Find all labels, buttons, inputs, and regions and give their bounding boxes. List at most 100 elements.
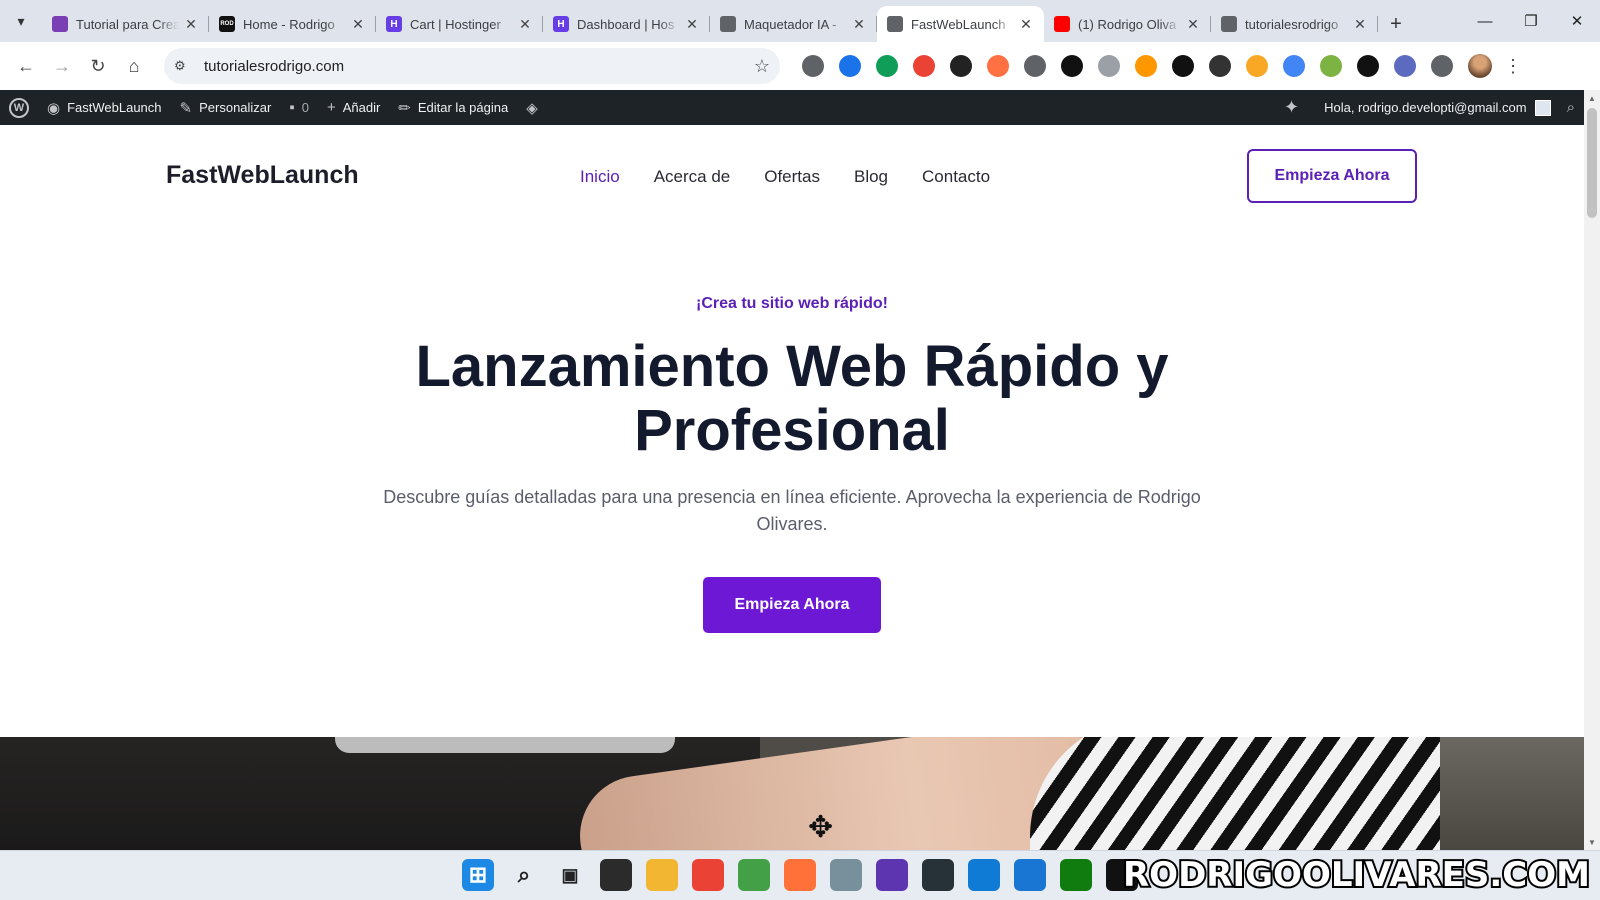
hero-headline: Lanzamiento Web Rápido y Profesional bbox=[415, 334, 1169, 463]
wp-account-menu[interactable]: Hola, rodrigo.developti@gmail.com ⌕ bbox=[1315, 90, 1584, 125]
wp-admin-bar: W ◉ FastWebLaunch ✎ Personalizar ▪ 0 + Añadi… bbox=[0, 90, 1584, 125]
home-button[interactable]: ⌂ bbox=[116, 48, 152, 84]
pencil-icon: ✏ bbox=[398, 99, 411, 117]
wordpress-icon: W bbox=[9, 97, 29, 118]
nav-item[interactable]: Ofertas bbox=[764, 167, 820, 187]
search-icon[interactable]: ⌕ bbox=[508, 859, 540, 891]
tab-close-icon[interactable]: ✕ bbox=[684, 16, 700, 33]
tab-favicon-icon bbox=[887, 16, 903, 32]
extension-icon[interactable] bbox=[912, 55, 935, 77]
scroll-up-arrow[interactable]: ▲ bbox=[1584, 90, 1600, 106]
extension-icon[interactable] bbox=[1097, 55, 1120, 77]
wp-site-name-link[interactable]: ◉ FastWebLaunch bbox=[38, 90, 171, 125]
hero-lead: Descubre guías detalladas para una prese… bbox=[383, 487, 1201, 534]
watermark: RODRIGOOLIVARES.COM bbox=[1121, 853, 1592, 897]
nav-item[interactable]: Contacto bbox=[922, 167, 990, 187]
browser-tab[interactable]: Maquetador IA - ✕ bbox=[710, 6, 877, 42]
browser-tab[interactable]: ROD Home - Rodrigo ✕ bbox=[209, 6, 376, 42]
extension-icon[interactable] bbox=[875, 55, 898, 77]
browser-tab[interactable]: tutorialesrodrigo ✕ bbox=[1211, 6, 1378, 42]
tab-close-icon[interactable]: ✕ bbox=[1352, 16, 1368, 33]
nav-item[interactable]: Inicio bbox=[580, 167, 620, 187]
reload-button[interactable]: ↻ bbox=[80, 48, 116, 84]
task-view-icon[interactable]: ▣ bbox=[554, 859, 586, 891]
tab-list: Tutorial para Crea ✕ ROD Home - Rodrigo ✕ H Ca… bbox=[42, 0, 1378, 42]
wp-customize-link[interactable]: ✎ Personalizar bbox=[171, 90, 281, 125]
address-bar[interactable]: ⚙ tutorialesrodrigo.com ☆ bbox=[164, 48, 780, 84]
wp-add-new-link[interactable]: + Añadir bbox=[318, 90, 389, 125]
extension-icon[interactable] bbox=[949, 55, 972, 77]
extension-icon[interactable] bbox=[801, 55, 824, 77]
wp-ai-button[interactable]: ✦ bbox=[1275, 90, 1315, 125]
extension-icon[interactable] bbox=[1023, 55, 1046, 77]
nav-item[interactable]: Blog bbox=[854, 167, 888, 187]
extension-icon[interactable] bbox=[1319, 55, 1342, 77]
page-scrollbar[interactable]: ▲ ▼ bbox=[1584, 90, 1600, 850]
tab-close-icon[interactable]: ✕ bbox=[1018, 16, 1034, 33]
tab-close-icon[interactable]: ✕ bbox=[350, 16, 366, 33]
xbox-icon[interactable] bbox=[1060, 859, 1092, 891]
scroll-thumb[interactable] bbox=[1587, 108, 1597, 218]
move-cursor-icon: ✥ bbox=[808, 811, 834, 844]
extension-icon[interactable] bbox=[1245, 55, 1268, 77]
headphones-icon[interactable] bbox=[876, 859, 908, 891]
new-tab-button[interactable]: + bbox=[1378, 6, 1414, 42]
browser-tab[interactable]: H Cart | Hostinger ✕ bbox=[376, 6, 543, 42]
browser-menu-button[interactable]: ⋮ bbox=[1504, 56, 1522, 77]
browser-tab[interactable]: H Dashboard | Hos ✕ bbox=[543, 6, 710, 42]
edge-icon[interactable] bbox=[968, 859, 1000, 891]
firefox-icon[interactable] bbox=[784, 859, 816, 891]
site-nav: Inicio Acerca de Ofertas Blog Contacto bbox=[580, 167, 990, 187]
tab-close-icon[interactable]: ✕ bbox=[851, 16, 867, 33]
browser-tab[interactable]: Tutorial para Crea ✕ bbox=[42, 6, 209, 42]
browser-tab[interactable]: FastWebLaunch ✕ bbox=[877, 6, 1044, 42]
extension-icon[interactable] bbox=[1393, 55, 1416, 77]
restore-button[interactable]: ❐ bbox=[1508, 0, 1554, 42]
extension-icon[interactable] bbox=[1134, 55, 1157, 77]
bookmark-star-icon[interactable]: ☆ bbox=[754, 56, 770, 77]
notepad-icon[interactable] bbox=[1014, 859, 1046, 891]
obs-icon[interactable] bbox=[600, 859, 632, 891]
extension-icon[interactable] bbox=[986, 55, 1009, 77]
extension-icon[interactable] bbox=[1430, 55, 1453, 77]
extension-icon[interactable] bbox=[838, 55, 861, 77]
extension-icon[interactable] bbox=[1208, 55, 1231, 77]
tab-close-icon[interactable]: ✕ bbox=[1185, 16, 1201, 33]
search-icon[interactable]: ⌕ bbox=[1567, 99, 1575, 116]
wp-edit-page-link[interactable]: ✏ Editar la página bbox=[389, 90, 517, 125]
tab-close-icon[interactable]: ✕ bbox=[517, 16, 533, 33]
forward-button[interactable]: → bbox=[44, 48, 80, 84]
file-explorer-icon[interactable] bbox=[646, 859, 678, 891]
windows-start-icon[interactable]: ⊞ bbox=[462, 859, 494, 891]
scroll-down-arrow[interactable]: ▼ bbox=[1584, 834, 1600, 850]
chevron-down-icon: ▾ bbox=[17, 12, 25, 29]
browser-tab[interactable]: (1) Rodrigo Oliva ✕ bbox=[1044, 6, 1211, 42]
window-controls: — ❐ ✕ bbox=[1462, 0, 1600, 42]
tab-close-icon[interactable]: ✕ bbox=[183, 16, 199, 33]
profile-avatar[interactable] bbox=[1468, 54, 1492, 78]
terminal-icon[interactable] bbox=[922, 859, 954, 891]
back-button[interactable]: ← bbox=[8, 48, 44, 84]
nav-item[interactable]: Acerca de bbox=[654, 167, 731, 187]
chrome-icon[interactable] bbox=[692, 859, 724, 891]
settings-icon[interactable] bbox=[830, 859, 862, 891]
site-header: FastWebLaunch Inicio Acerca de Ofertas Blog… bbox=[0, 125, 1584, 225]
extension-icon[interactable] bbox=[1171, 55, 1194, 77]
close-window-button[interactable]: ✕ bbox=[1554, 0, 1600, 42]
extension-icon[interactable] bbox=[1060, 55, 1083, 77]
wp-diamond-link[interactable]: ◈ bbox=[517, 90, 554, 125]
tab-favicon-icon bbox=[1054, 16, 1070, 32]
header-cta-button[interactable]: Empieza Ahora bbox=[1247, 149, 1417, 203]
extensions-toolbar bbox=[794, 55, 1460, 77]
hero-cta-button[interactable]: Empieza Ahora bbox=[703, 577, 881, 633]
site-settings-icon[interactable]: ⚙ bbox=[174, 58, 194, 74]
minimize-button[interactable]: — bbox=[1462, 0, 1508, 42]
tab-search-dropdown[interactable]: ▾ bbox=[0, 0, 42, 42]
extension-icon[interactable] bbox=[1356, 55, 1379, 77]
image-app-icon[interactable] bbox=[738, 859, 770, 891]
wp-logo-button[interactable]: W bbox=[0, 90, 38, 125]
url-text[interactable]: tutorialesrodrigo.com bbox=[204, 58, 754, 75]
wp-comments-link[interactable]: ▪ 0 bbox=[280, 90, 318, 125]
site-logo[interactable]: FastWebLaunch bbox=[166, 161, 359, 190]
extension-icon[interactable] bbox=[1282, 55, 1305, 77]
